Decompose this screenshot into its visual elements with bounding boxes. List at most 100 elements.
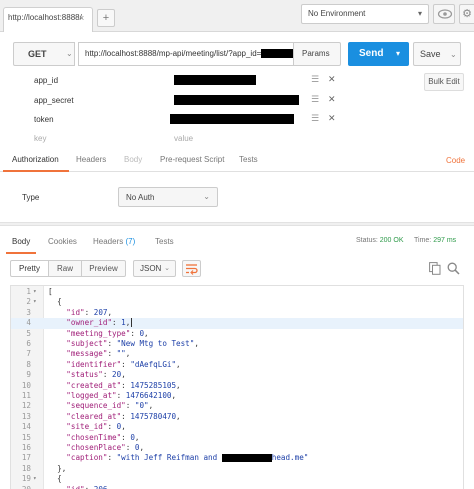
send-button[interactable]: Send ▾ [348,42,409,66]
header-row: token ☰ ✕ [28,111,348,129]
environment-quick-look-button[interactable] [433,4,455,24]
line-number: 14 [21,422,31,432]
url-input[interactable]: http://localhost:8888/mp-api/meeting/lis… [78,42,293,66]
line-number: 2 [26,297,31,307]
tab-tests[interactable]: Tests [239,155,258,164]
code-text: "logged_at": 1476642100, [66,391,177,400]
code-line: 3 "id": 207, [11,308,463,318]
chevron-down-icon: ▾ [396,49,401,58]
header-row: app_id ☰ ✕ [28,72,348,90]
code-text: "status": 20, [66,370,126,380]
format-select[interactable]: JSON ⌄ [133,260,176,277]
header-key[interactable]: app_secret [34,96,74,105]
drag-handle-icon[interactable]: ☰ [311,74,319,85]
code-text: "site_id": 0, [66,422,126,432]
code-line: 5 "meeting_type": 0, [11,329,463,339]
chevron-down-icon: ⌄ [66,49,73,58]
bulk-edit-button[interactable]: Bulk Edit [424,73,464,91]
tab-pre-request-script[interactable]: Pre-request Script [160,155,224,164]
fold-toggle-icon[interactable]: ▾ [33,287,37,297]
code-line: 20 "id": 206, [11,485,463,489]
tab-response-cookies[interactable]: Cookies [48,237,77,246]
copy-icon[interactable] [429,262,441,275]
code-line: 18 }, [11,464,463,474]
code-text: { [57,297,62,307]
wrap-lines-button[interactable] [182,260,201,277]
close-icon[interactable]: ✕ [328,74,336,85]
request-tabs: Authorization Headers Body Pre-request S… [0,150,474,172]
manage-environments-button[interactable]: ⚙ [459,4,474,24]
close-icon[interactable]: ✕ [328,113,336,124]
line-number: 20 [11,485,31,489]
code-line: 9 "status": 20, [11,370,463,380]
fold-toggle-icon[interactable]: ▾ [33,297,37,307]
chevron-down-icon: ⌄ [164,265,170,272]
search-icon[interactable] [447,262,460,275]
code-text: "caption": "with Jeff Reifman and head.m… [66,453,309,463]
code-line: 4 "owner_id": 1, [11,318,463,329]
line-number: 16 [21,443,31,452]
chevron-down-icon: ⌄ [203,192,210,201]
chevron-down-icon: ⌄ [450,50,457,59]
line-number: 5 [26,328,31,338]
auth-type-label: Type [22,193,40,202]
preview-button[interactable]: Preview [81,260,126,277]
code-text: "message": "", [66,349,131,359]
code-text: "chosenPlace": 0, [66,443,145,452]
wrap-lines-icon [186,264,198,275]
line-number: 3 [26,307,31,317]
line-number: 1 [26,287,31,296]
header-value-input[interactable]: value [174,134,193,143]
close-icon[interactable]: × [79,13,84,23]
tab-headers[interactable]: Headers [76,155,106,164]
redaction-bar [174,95,299,105]
code-line: 6 "subject": "New Mtg to Test", [11,339,463,349]
tab-response-tests[interactable]: Tests [155,237,174,246]
response-tabs: Body Cookies Headers (7) Tests Status: 2… [0,230,474,254]
time-value: 297 ms [433,237,457,244]
format-select-value: JSON [140,264,162,273]
save-button[interactable]: Save ⌄ [413,42,461,66]
line-number: 15 [21,432,31,442]
environment-select[interactable]: No Environment ▾ [301,4,429,24]
header-key-input[interactable]: key [34,134,46,143]
method-select[interactable]: GET ⌄ [13,42,75,66]
code-text: "chosenTime": 0, [66,432,140,442]
auth-type-select[interactable]: No Auth ⌄ [118,187,218,207]
line-number: 10 [21,380,31,390]
close-icon[interactable]: ✕ [328,94,336,105]
code-text: "created_at": 1475285105, [66,380,181,390]
redaction-bar [174,75,256,85]
drag-handle-icon[interactable]: ☰ [311,113,319,124]
code-link[interactable]: Code [446,156,465,165]
drag-handle-icon[interactable]: ☰ [311,94,319,105]
tab-response-headers[interactable]: Headers (7) [93,237,135,246]
header-key[interactable]: token [34,115,54,124]
time-label: Time: [414,237,432,244]
status-label: Status: [356,237,378,244]
pane-divider[interactable] [0,222,474,226]
line-number: 12 [21,401,31,411]
request-tab-label: http://localhost:8888/ [8,13,82,22]
active-tab-indicator [3,170,69,172]
line-number: 9 [26,370,31,380]
line-number: 17 [21,453,31,463]
time-readout: Time: 297 ms [414,237,456,244]
params-button[interactable]: Params [293,42,341,66]
tab-response-body[interactable]: Body [12,237,30,246]
tab-authorization[interactable]: Authorization [12,155,59,164]
fold-toggle-icon[interactable]: ▾ [33,474,37,484]
code-line: 1 ▾ [ [11,287,463,297]
new-tab-button[interactable]: + [97,9,115,27]
environment-label: No Environment [308,9,366,18]
pretty-button[interactable]: Pretty [10,260,49,277]
response-body-viewer[interactable]: 1 ▾[2 ▾ {3 "id": 207, 4 "owner_id": 1, 5 "me… [10,285,464,489]
raw-button[interactable]: Raw [48,260,82,277]
redaction-bar [221,454,272,463]
tab-body[interactable]: Body [124,155,142,164]
tab-strip: http://localhost:8888/ × + No Environmen… [0,0,474,32]
header-key[interactable]: app_id [34,76,58,85]
send-label: Send [359,48,384,59]
line-number: 19 [21,474,31,484]
line-number: 11 [21,391,31,400]
